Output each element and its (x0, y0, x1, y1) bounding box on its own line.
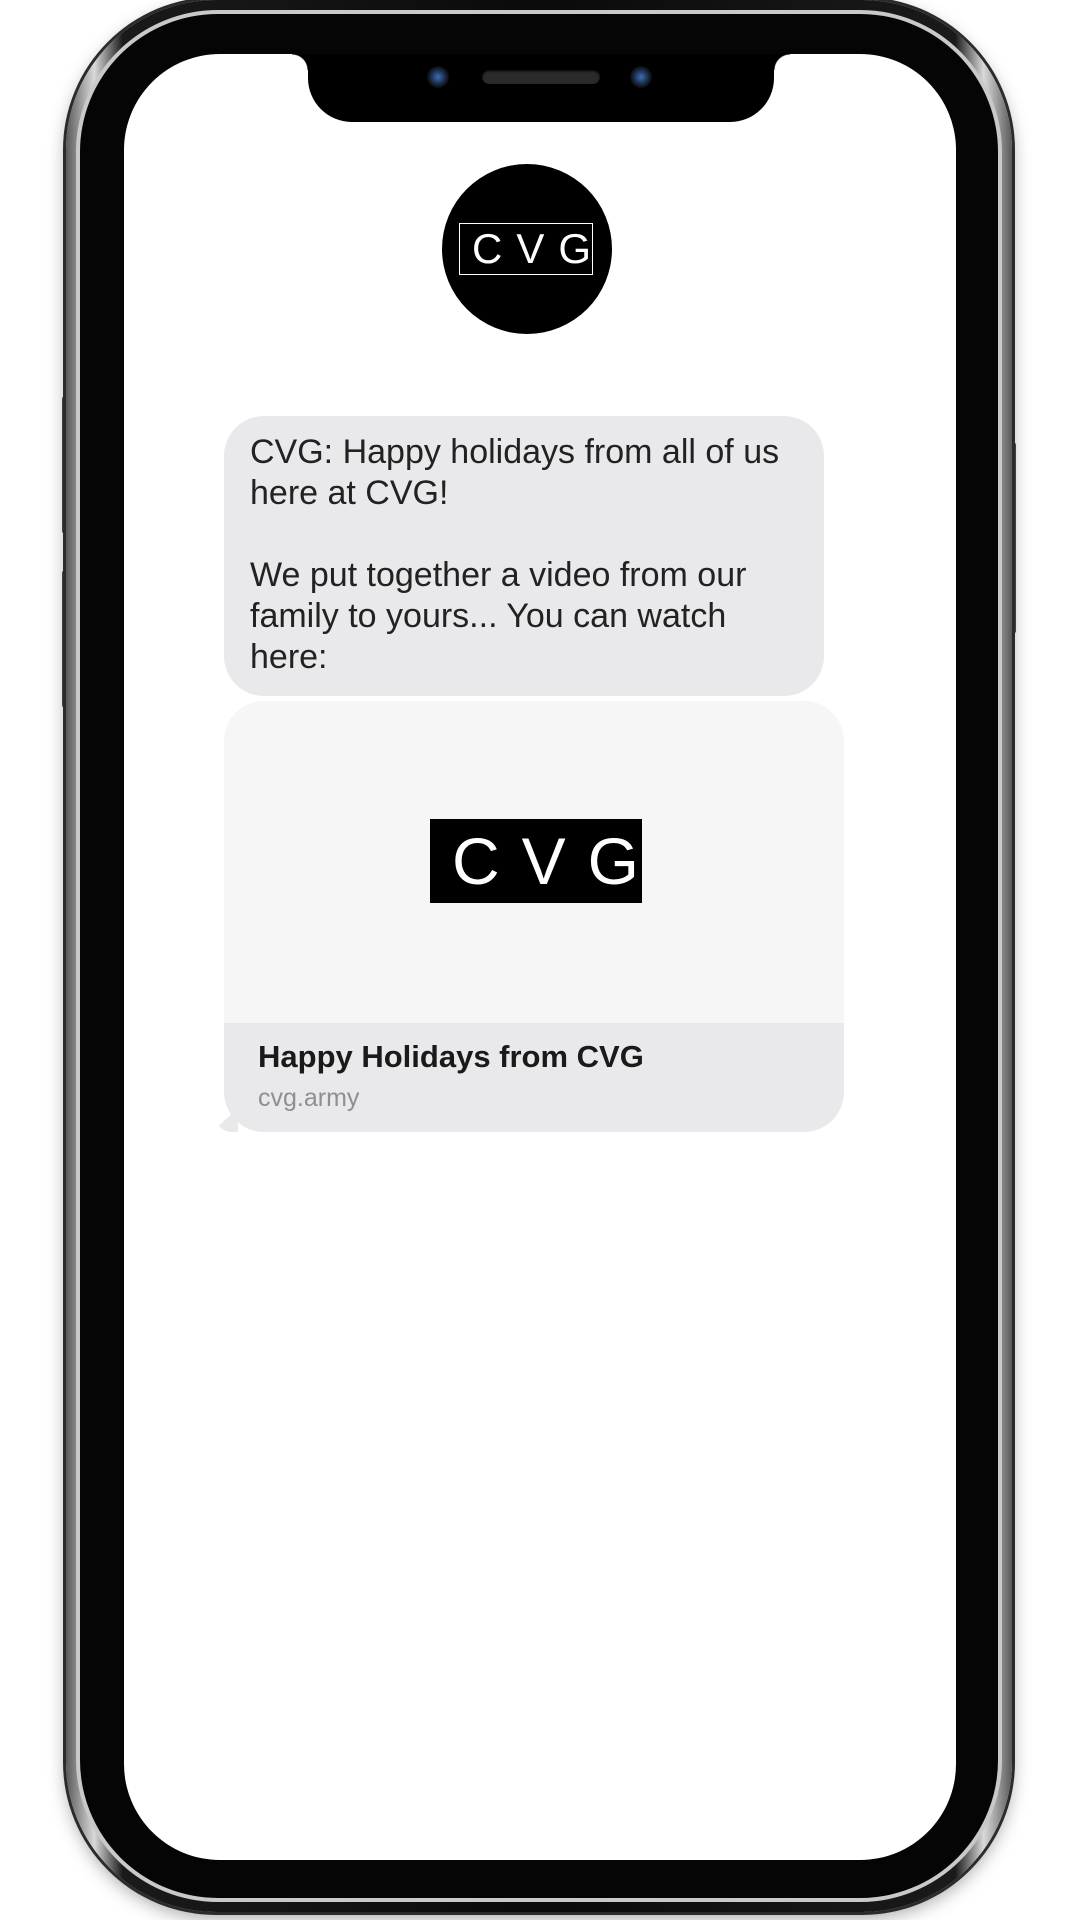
screenshot-stage: CVG CVG: Happy holidays from all of us h… (0, 0, 1080, 1920)
earpiece-speaker (482, 70, 600, 84)
link-preview-domain: cvg.army (258, 1084, 360, 1112)
message-bubble[interactable]: CVG: Happy holidays from all of us here … (224, 416, 824, 696)
notch-corner-right (774, 54, 790, 70)
link-preview-title: Happy Holidays from CVG (258, 1039, 644, 1074)
cvg-logo-icon: CVG (459, 223, 593, 275)
link-preview-image: CVG (224, 701, 844, 1023)
phone-notch (308, 54, 774, 122)
link-preview-card[interactable]: CVG Happy Holidays from CVG cvg.army (224, 701, 844, 1132)
cvg-preview-logo-icon: CVG (430, 819, 642, 903)
sensor-icon (630, 66, 652, 88)
notch-corner-left (292, 54, 308, 70)
front-camera-icon (427, 66, 449, 88)
